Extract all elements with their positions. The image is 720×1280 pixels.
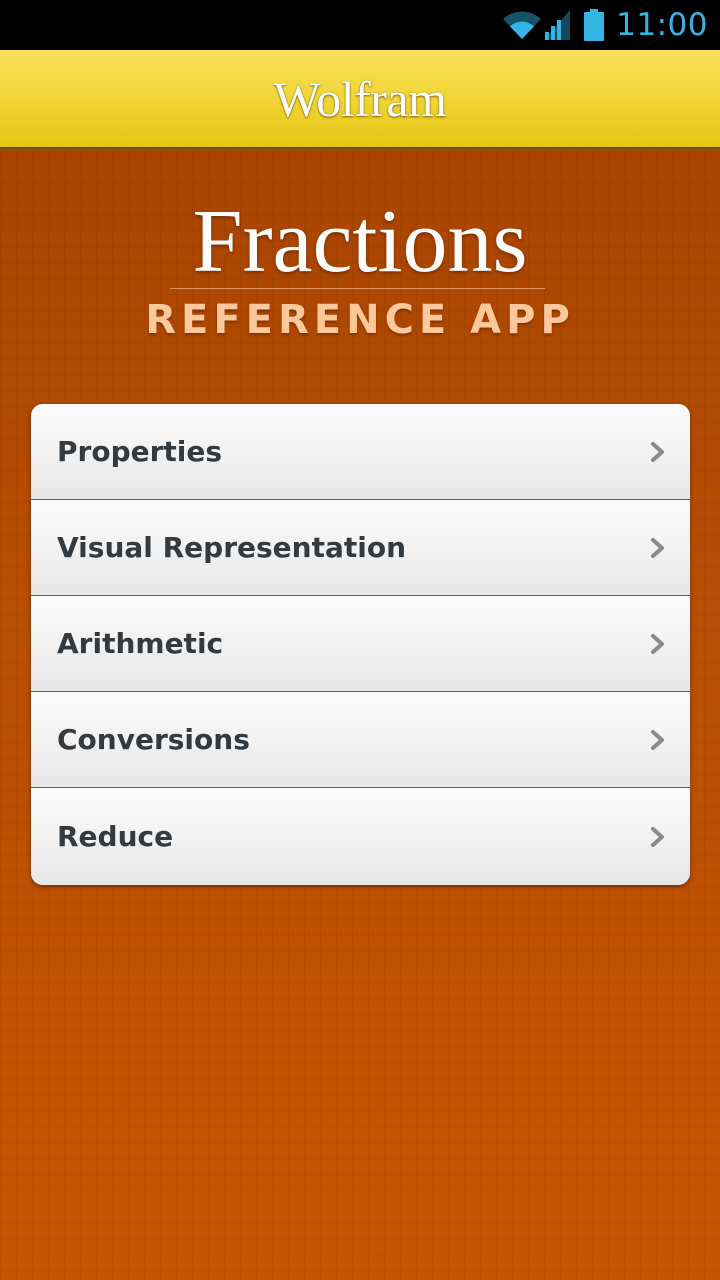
main-content: Fractions REFERENCE APP Properties Visua… (0, 150, 720, 1280)
menu-item-label: Arithmetic (57, 627, 224, 660)
app-title: Fractions (192, 192, 528, 291)
brand-logo: Wolfram (273, 70, 447, 127)
menu-item-reduce[interactable]: Reduce (31, 788, 690, 885)
menu-item-label: Visual Representation (57, 531, 407, 564)
chevron-right-icon (651, 537, 664, 558)
chevron-right-icon (651, 826, 664, 847)
title-divider (170, 288, 545, 289)
app-subtitle: REFERENCE APP (145, 297, 575, 343)
menu-item-properties[interactable]: Properties (31, 404, 690, 500)
menu-item-label: Properties (57, 435, 223, 468)
menu-item-arithmetic[interactable]: Arithmetic (31, 596, 690, 692)
menu-item-visual-representation[interactable]: Visual Representation (31, 500, 690, 596)
cell-signal-icon (544, 10, 571, 40)
chevron-right-icon (651, 729, 664, 750)
status-bar: 11:00 (0, 0, 720, 50)
menu-item-label: Conversions (57, 723, 250, 756)
chevron-right-icon (651, 633, 664, 654)
menu-item-label: Reduce (57, 820, 174, 853)
status-icons: 11:00 (502, 0, 708, 50)
battery-icon (584, 9, 605, 41)
app-header: Wolfram (0, 50, 720, 149)
menu-item-conversions[interactable]: Conversions (31, 692, 690, 788)
status-time: 11:00 (616, 7, 708, 43)
chevron-right-icon (651, 441, 664, 462)
topics-menu: Properties Visual Representation Arithme… (31, 404, 690, 885)
wifi-icon (502, 10, 542, 40)
